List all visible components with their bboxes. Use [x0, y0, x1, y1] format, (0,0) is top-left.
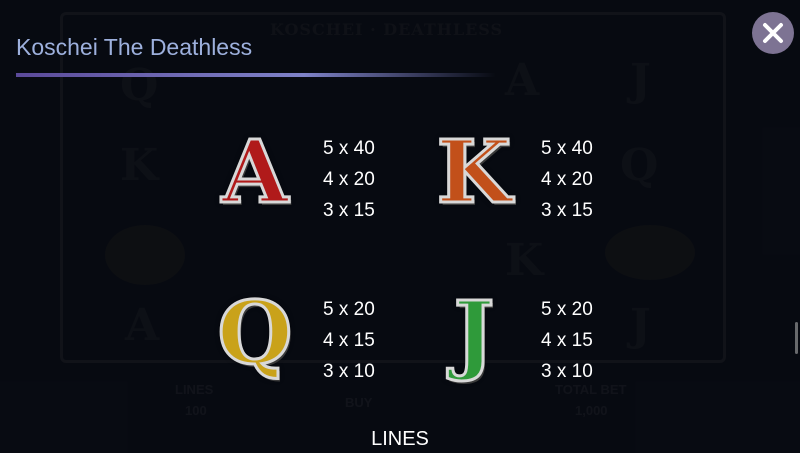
symbol-k: K	[424, 120, 524, 224]
scrollbar[interactable]	[795, 322, 798, 354]
paytable-k: 5 x 40 4 x 20 3 x 15	[541, 133, 593, 226]
payout-5: 5 x 20	[541, 299, 593, 320]
title-underline	[16, 73, 496, 77]
payout-4: 4 x 15	[541, 330, 593, 351]
payout-3: 3 x 15	[323, 200, 375, 221]
payout-4: 4 x 15	[323, 330, 375, 351]
payout-3: 3 x 10	[541, 361, 593, 382]
paytable-a: 5 x 40 4 x 20 3 x 15	[323, 133, 375, 226]
symbol-a: A	[205, 120, 305, 224]
symbol-k-glyph: K	[435, 120, 513, 224]
paytable-q: 5 x 20 4 x 15 3 x 10	[323, 294, 375, 387]
payout-4: 4 x 20	[323, 169, 375, 190]
payout-3: 3 x 15	[541, 200, 593, 221]
lines-section-label: LINES	[371, 428, 429, 450]
payout-3: 3 x 10	[323, 361, 375, 382]
modal-overlay	[0, 0, 800, 453]
paytable-j: 5 x 20 4 x 15 3 x 10	[541, 294, 593, 387]
payout-5: 5 x 40	[541, 138, 593, 159]
symbol-j-glyph: J	[452, 281, 496, 385]
symbol-j: J	[424, 281, 524, 385]
symbol-q-glyph: Q	[216, 281, 294, 385]
symbol-q: Q	[205, 281, 305, 385]
payout-5: 5 x 20	[323, 299, 375, 320]
close-button[interactable]	[752, 12, 794, 54]
payout-5: 5 x 40	[323, 138, 375, 159]
close-icon	[763, 23, 783, 43]
paytable-title: Koschei The Deathless	[16, 34, 253, 60]
symbol-a-glyph: A	[220, 120, 290, 224]
payout-4: 4 x 20	[541, 169, 593, 190]
